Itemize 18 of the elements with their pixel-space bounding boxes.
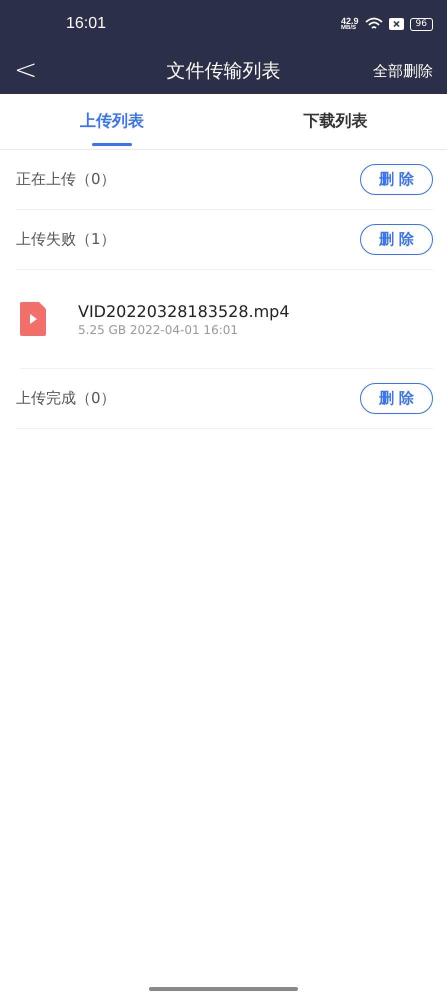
tab[interactable]: 上传列表 — [0, 94, 224, 149]
delete-button[interactable]: 删 除 — [360, 164, 433, 195]
delete-button[interactable]: 删 除 — [360, 383, 433, 414]
file-details: 5.25 GB 2022-04-01 16:01 — [78, 322, 240, 336]
page-title: 文件传输列表 — [166, 59, 280, 84]
wifi-icon — [364, 17, 383, 31]
sim-blocked-icon — [388, 18, 404, 30]
battery-indicator: 96 — [410, 18, 433, 30]
tab[interactable]: 下载列表 — [224, 94, 447, 149]
delete-all-button[interactable]: 全部删除 — [359, 62, 447, 80]
back-button[interactable]: < — [0, 52, 38, 90]
file-name: VID20220328183528.mp4 — [78, 302, 290, 320]
status-time: 16:01 — [66, 15, 106, 33]
section-title: 正在上传（0） — [16, 170, 116, 189]
video-file-icon — [20, 302, 46, 336]
section-title: 上传失败（1） — [16, 230, 116, 249]
delete-button[interactable]: 删 除 — [360, 224, 433, 255]
section-title: 上传完成（0） — [16, 389, 116, 408]
